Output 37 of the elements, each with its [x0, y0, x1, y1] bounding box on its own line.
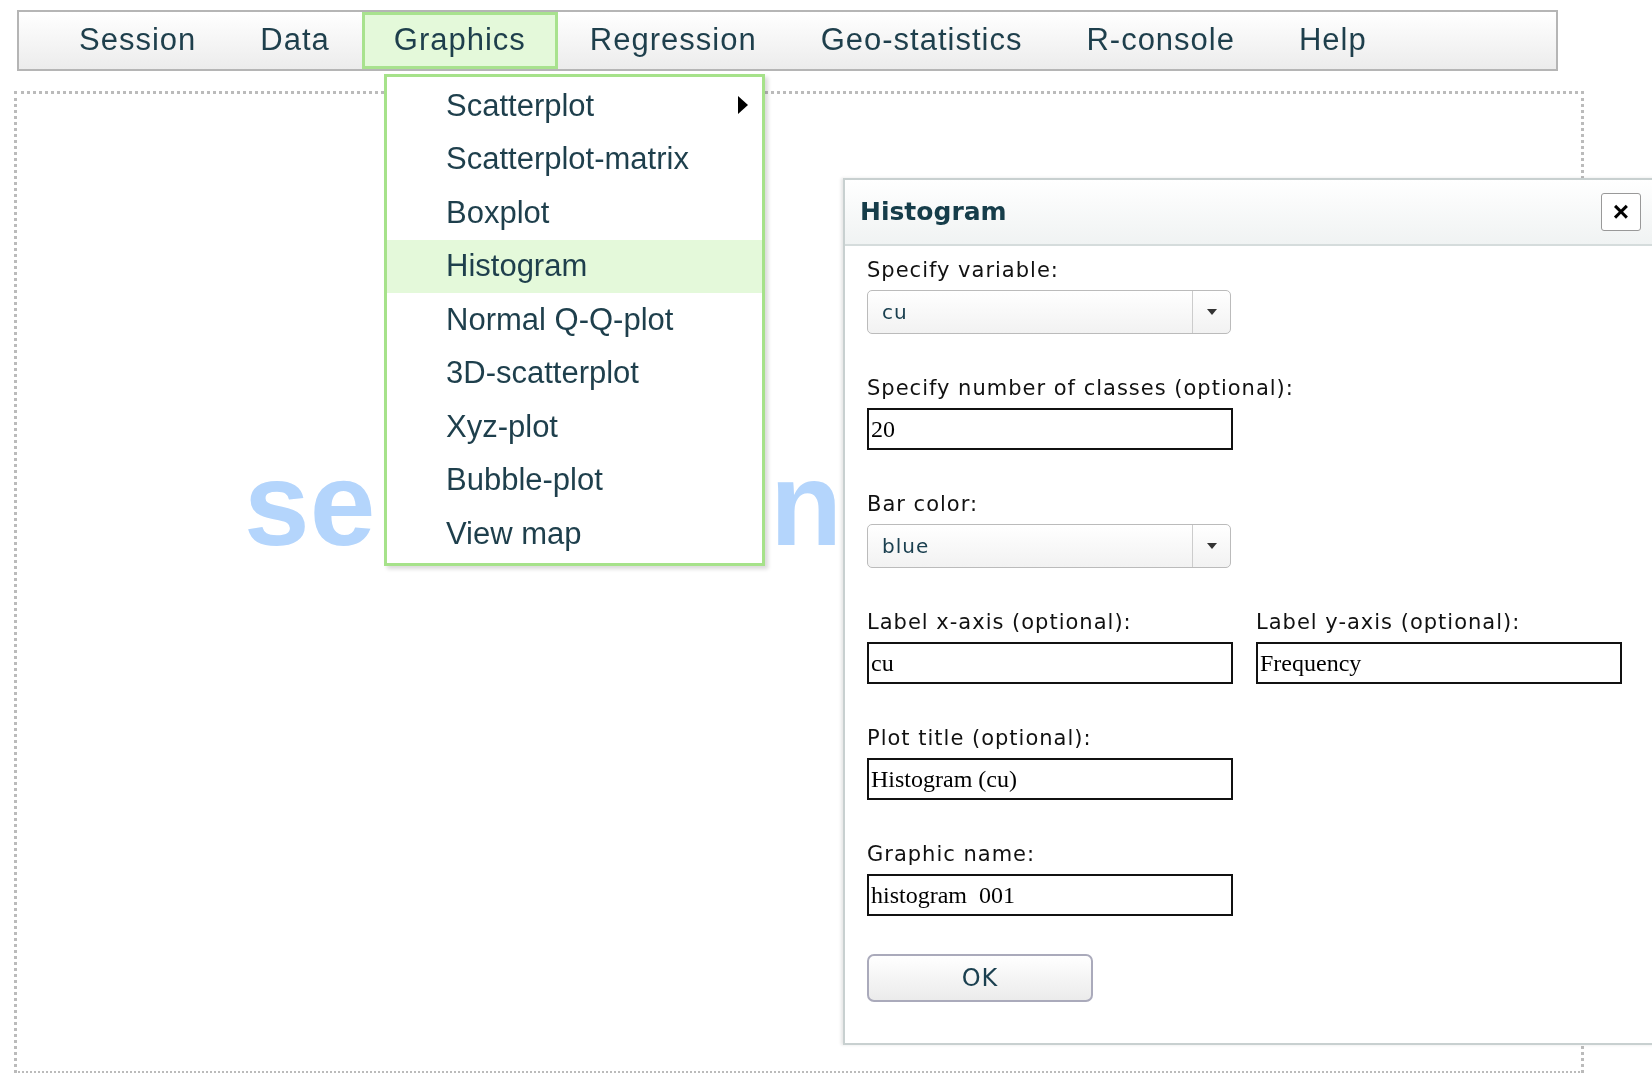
field-label: Graphic name: — [867, 841, 1037, 868]
field-label: Label y-axis (optional): — [1256, 609, 1522, 636]
menu-item[interactable]: Boxplot — [387, 186, 762, 240]
logo-text: n — [770, 445, 843, 563]
menu-item[interactable]: View map — [387, 507, 762, 561]
field-label: Specify number of classes (optional): — [867, 375, 1294, 402]
dialog-title: Histogram — [860, 196, 1007, 229]
menu-item[interactable]: Normal Q-Q-plot — [387, 293, 762, 347]
menu-item[interactable]: Scatterplot-matrix — [387, 132, 762, 186]
menu-tab[interactable]: Session — [47, 12, 229, 69]
menu-tab[interactable]: Help — [1267, 12, 1399, 69]
dropdown-field[interactable]: cu — [867, 290, 1231, 334]
caret-icon — [1206, 543, 1217, 549]
menu-item[interactable]: Histogram — [387, 239, 762, 293]
menu-tab[interactable]: Graphics — [361, 12, 558, 69]
field-label: Plot title (optional): — [867, 725, 1093, 752]
menu-item[interactable]: Xyz-plot — [387, 400, 762, 454]
input-field[interactable]: Histogram (cu) — [867, 758, 1233, 800]
field-label: Bar color: — [867, 491, 979, 518]
input-field[interactable]: Frequency — [1256, 642, 1622, 684]
ok-button[interactable]: OK — [867, 954, 1093, 1002]
menu-tab[interactable]: Regression — [557, 12, 789, 69]
menu-tab[interactable]: Geo-statistics — [788, 12, 1055, 69]
field-label: Label x-axis (optional): — [867, 609, 1133, 636]
close-button[interactable]: × — [1601, 193, 1641, 231]
menu-tab[interactable]: Data — [228, 12, 362, 69]
menu-item[interactable]: 3D-scatterplot — [387, 346, 762, 400]
menu-item[interactable]: Scatterplot — [387, 79, 762, 133]
field-label: Specify variable: — [867, 257, 1060, 284]
input-field[interactable]: cu — [867, 642, 1233, 684]
menu-tab[interactable]: R-console — [1054, 12, 1267, 69]
caret-icon — [1206, 309, 1217, 315]
dropdown-field[interactable]: blue — [867, 524, 1231, 568]
logo-text: se — [244, 445, 376, 563]
menu-item[interactable]: Bubble-plot — [387, 453, 762, 507]
input-field[interactable]: histogram 001 — [867, 874, 1233, 916]
input-field[interactable]: 20 — [867, 408, 1233, 450]
